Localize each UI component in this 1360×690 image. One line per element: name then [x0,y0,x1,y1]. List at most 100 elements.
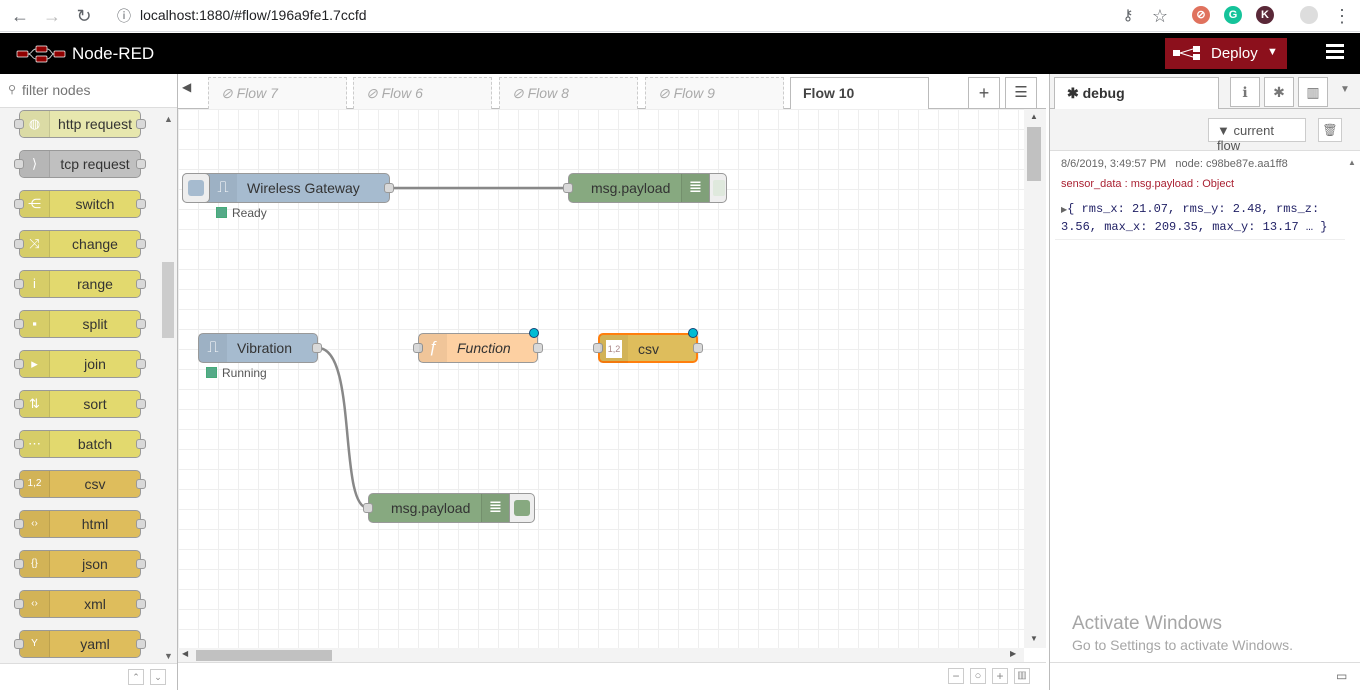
debug-toggle-button[interactable] [509,493,535,523]
scroll-up-icon[interactable]: ▲ [164,114,173,124]
node-vibration[interactable]: ⎍ Vibration [198,333,322,363]
deploy-button[interactable]: Deploy ▼ [1165,38,1287,69]
clear-messages-icon[interactable]: 🗑 [1318,118,1342,142]
info-tab-icon[interactable]: ℹ [1230,77,1260,107]
scroll-right-icon[interactable]: ▶ [1010,649,1016,658]
palette-node-sort[interactable]: ⇅ sort [14,390,146,418]
input-port [14,199,24,209]
filter-current-flow-button[interactable]: ▼ current flow [1208,118,1306,153]
inject-button[interactable] [182,173,210,203]
palette-node-label: yaml [80,636,110,652]
debug-message[interactable]: 8/6/2019, 3:49:57 PM node: c98be87e.aa1f… [1055,154,1345,240]
expand-all-icon[interactable]: ⌄ [150,669,166,685]
output-port[interactable] [533,343,543,353]
input-port [14,479,24,489]
scroll-thumb[interactable] [196,650,332,661]
node-wireless-gateway[interactable]: ⎍ Wireless Gateway [182,173,394,203]
zoom-out-icon[interactable]: − [948,668,964,684]
output-port [136,119,146,129]
tab-flow-10[interactable]: Flow 10 [790,77,929,110]
chevron-down-icon[interactable]: ▼ [1340,84,1350,95]
output-port[interactable] [384,183,394,193]
output-port [136,599,146,609]
add-flow-button[interactable]: + [968,77,1000,109]
output-port [136,279,146,289]
chart-tab-icon[interactable]: ▥ [1298,77,1328,107]
scroll-down-icon[interactable]: ▼ [1030,634,1038,643]
message-object[interactable]: ▶{ rms_x: 21.07, rms_y: 2.48, rms_z: 3.5… [1061,201,1341,235]
tab-label: Flow 8 [527,85,569,101]
scroll-down-icon[interactable]: ▼ [164,651,173,661]
palette-node-xml[interactable]: ‹› xml [14,590,146,618]
pulse-icon: ⎍ [199,334,227,362]
function-icon: ƒ [419,334,447,362]
scroll-up-icon[interactable]: ▲ [1030,112,1038,121]
tab-flow-9[interactable]: ⊘ Flow 9 [645,77,784,109]
bug-tab-icon[interactable]: ✱ [1264,77,1294,107]
key-icon[interactable]: ⚷ [1116,4,1140,28]
scroll-up-icon[interactable]: ▲ [1348,158,1356,167]
extension-red-icon[interactable]: ⊘ [1192,6,1210,24]
node-csv[interactable]: 1,2 csv [593,333,703,363]
palette-node-json[interactable]: {} json [14,550,146,578]
palette-filter-input[interactable] [22,82,172,98]
forward-arrow-icon[interactable]: → [40,4,64,28]
list-flows-icon[interactable]: ☰ [1005,77,1037,109]
output-port[interactable] [312,343,322,353]
profile-avatar-icon[interactable] [1300,6,1318,24]
node-debug-1[interactable]: msg.payload ≣ [563,173,727,203]
palette-scrollbar[interactable] [162,262,174,338]
node-status: Ready [216,206,267,220]
node-function[interactable]: ƒ Function [413,333,543,363]
grammarly-icon[interactable]: G [1224,6,1242,24]
address-bar[interactable]: localhost:1880/#flow/196a9fe1.7ccfd [140,7,367,23]
palette-node-change[interactable]: ⤨ change [14,230,146,258]
tab-flow-6[interactable]: ⊘ Flow 6 [353,77,492,109]
palette-node-split[interactable]: ▪ split [14,310,146,338]
palette-node-tcp-request[interactable]: ⟩ tcp request [14,150,146,178]
flow-canvas[interactable]: ⎍ Wireless Gateway Ready msg.payload ≣ ⎍… [178,109,1024,648]
tab-flow-8[interactable]: ⊘ Flow 8 [499,77,638,109]
palette-node-yaml[interactable]: Yyaml [14,630,146,658]
palette-node-join[interactable]: ▸ join [14,350,146,378]
canvas-vertical-scrollbar[interactable]: ▲ ▼ [1024,109,1046,648]
output-port [136,519,146,529]
zoom-in-icon[interactable]: + [992,668,1008,684]
hamburger-menu-icon[interactable] [1318,41,1350,67]
browser-menu-icon[interactable]: ⋮ [1330,4,1354,28]
output-port [136,159,146,169]
node-status: Running [206,366,267,380]
info-icon[interactable]: ⓘ [112,4,136,28]
extension-k-icon[interactable]: K [1256,6,1274,24]
tab-flow-7[interactable]: ⊘ Flow 7 [208,77,347,109]
popout-icon[interactable]: ▭ [1336,669,1347,683]
output-port[interactable] [693,343,703,353]
list-icon: ≣ [681,174,709,202]
star-icon[interactable]: ☆ [1148,4,1172,28]
zoom-reset-icon[interactable]: ○ [970,668,986,684]
chevron-down-icon[interactable]: ▼ [1267,46,1278,58]
navigator-map-icon[interactable]: ▥ [1014,668,1030,684]
back-arrow-icon[interactable]: ← [8,4,32,28]
palette-node-csv[interactable]: 1,2 csv [14,470,146,498]
input-port[interactable] [363,503,373,513]
palette-node-label: csv [84,476,106,492]
palette-node-http-request[interactable]: ◍ http request [14,110,146,138]
node-debug-2[interactable]: msg.payload ≣ [363,493,535,523]
collapse-all-icon[interactable]: ⌃ [128,669,144,685]
palette-node-html[interactable]: ‹› html [14,510,146,538]
debug-toggle-button[interactable] [709,173,727,203]
tab-debug[interactable]: ✱ debug [1054,77,1219,110]
palette-node-batch[interactable]: ⋯ batch [14,430,146,458]
palette-search: ⚲ [0,74,177,108]
scroll-left-icon[interactable]: ◀ [182,649,188,658]
palette-node-range[interactable]: i range [14,270,146,298]
canvas-horizontal-scrollbar[interactable]: ◀ ▶ [178,648,1024,662]
json-icon: {} [20,551,50,577]
scroll-thumb[interactable] [1027,127,1041,181]
palette-node-switch[interactable]: ⋲ switch [14,190,146,218]
scroll-left-icon[interactable]: ◀ [182,80,191,94]
batch-icon: ⋯ [20,431,50,457]
reload-icon[interactable]: ↻ [72,4,96,28]
input-port[interactable] [563,183,573,193]
